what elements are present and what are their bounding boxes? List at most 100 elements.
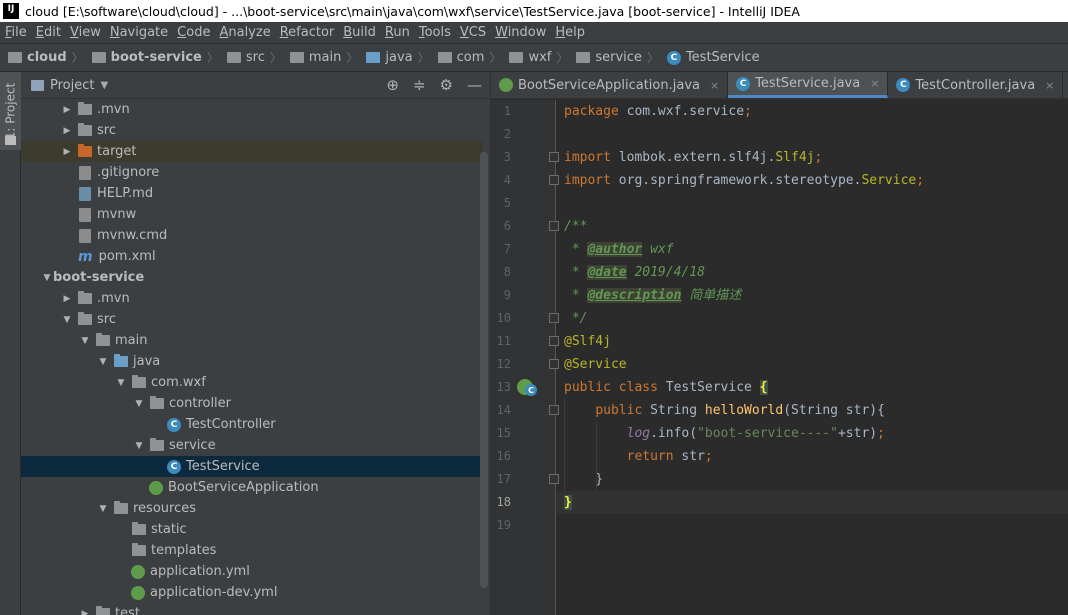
- project-tool-tab[interactable]: 1: Project: [0, 72, 21, 150]
- menu-item-vcs[interactable]: VCS: [455, 25, 490, 40]
- code-line: * @description 简单描述: [557, 284, 1068, 307]
- navigation-breadcrumb: cloud 〉 boot-service 〉 src 〉 main 〉 java 〉 com 〉 wxf…: [0, 43, 1068, 72]
- breadcrumb-item-java[interactable]: java 〉: [358, 49, 430, 66]
- tree-item-mvn[interactable]: ▶ .mvn: [21, 288, 483, 309]
- expand-arrow-icon[interactable]: ▼: [97, 357, 109, 367]
- tree-item-help-md[interactable]: HELP.md: [21, 183, 483, 204]
- menu-item-refactor[interactable]: Refactor: [275, 25, 339, 40]
- breadcrumb-item-main[interactable]: main 〉: [282, 49, 358, 66]
- collapse-arrow-icon[interactable]: ▶: [79, 609, 91, 615]
- tree-item-templates[interactable]: templates: [21, 540, 483, 561]
- tree-item-label: static: [151, 522, 187, 537]
- code-line: log.info("boot-service----"+str);: [557, 422, 1068, 445]
- hide-panel-icon[interactable]: —: [467, 76, 482, 94]
- project-view-selector[interactable]: Project ▼: [31, 78, 108, 93]
- tree-item-application-dev-yml[interactable]: application-dev.yml: [21, 582, 483, 603]
- locate-target-icon[interactable]: ⊕: [386, 76, 399, 94]
- tree-item-target[interactable]: ▶ target: [21, 141, 483, 162]
- tree-item-pom-xml[interactable]: m pom.xml: [21, 246, 483, 267]
- collapse-all-icon[interactable]: ≑: [413, 76, 426, 94]
- expand-arrow-icon[interactable]: ▼: [133, 399, 145, 409]
- close-icon[interactable]: ×: [870, 77, 879, 90]
- breadcrumb-item-com[interactable]: com 〉: [430, 49, 501, 66]
- project-tree-scrollbar[interactable]: [480, 152, 488, 588]
- menu-item-run[interactable]: Run: [380, 25, 414, 40]
- tree-item-testservice[interactable]: C TestService: [21, 456, 483, 477]
- menu-item-edit[interactable]: Edit: [31, 25, 65, 40]
- breadcrumb-item-wxf[interactable]: wxf 〉: [501, 49, 568, 66]
- tree-item-resources[interactable]: ▼ resources: [21, 498, 483, 519]
- expand-arrow-icon[interactable]: ▼: [41, 273, 53, 283]
- menu-item-analyze[interactable]: Analyze: [214, 25, 274, 40]
- folder-icon: [78, 102, 92, 115]
- tree-item-java[interactable]: ▼ java: [21, 351, 483, 372]
- source-folder-icon: [114, 354, 128, 367]
- tree-item-src[interactable]: ▶ src: [21, 120, 483, 141]
- tree-item-mvnw-cmd[interactable]: mvnw.cmd: [21, 225, 483, 246]
- close-icon[interactable]: ×: [710, 79, 719, 92]
- collapse-arrow-icon[interactable]: ▶: [61, 147, 73, 157]
- tab-testcontroller-java[interactable]: C TestController.java ×: [888, 72, 1064, 98]
- chevron-down-icon: ▼: [100, 79, 109, 91]
- code-token: */: [564, 311, 588, 326]
- collapse-arrow-icon[interactable]: ▶: [61, 105, 73, 115]
- menu-item-build[interactable]: Build: [338, 25, 380, 40]
- tab-testservice-java[interactable]: C TestService.java ×: [728, 72, 889, 98]
- tree-item-controller[interactable]: ▼ controller: [21, 393, 483, 414]
- breadcrumb-label: boot-service: [110, 50, 202, 65]
- tree-item-mvnw[interactable]: mvnw: [21, 204, 483, 225]
- tree-item-main[interactable]: ▼ main: [21, 330, 483, 351]
- breadcrumb-item-boot-service[interactable]: boot-service 〉: [84, 49, 219, 66]
- code-line: import org.springframework.stereotype.Se…: [557, 169, 1068, 192]
- breadcrumb-item-cloud[interactable]: cloud 〉: [0, 49, 84, 66]
- tree-item-label: application.yml: [150, 564, 250, 579]
- menu-item-code[interactable]: Code: [172, 25, 214, 40]
- tree-item-gitignore[interactable]: .gitignore: [21, 162, 483, 183]
- menu-item-navigate[interactable]: Navigate: [105, 25, 172, 40]
- menu-item-help[interactable]: Help: [550, 25, 589, 40]
- collapse-arrow-icon[interactable]: ▶: [61, 294, 73, 304]
- expand-arrow-icon[interactable]: ▼: [133, 441, 145, 451]
- code-token: TestService: [665, 380, 760, 395]
- tree-item-src[interactable]: ▼ src: [21, 309, 483, 330]
- breadcrumb-item-service[interactable]: service 〉: [568, 49, 659, 66]
- tree-item-label: com.wxf: [151, 375, 206, 390]
- tree-item-com-wxf[interactable]: ▼ com.wxf: [21, 372, 483, 393]
- code-token: ;: [704, 449, 713, 464]
- menu-item-view[interactable]: View: [65, 25, 105, 40]
- expand-arrow-icon[interactable]: ▼: [79, 336, 91, 346]
- tree-item-boot-service[interactable]: ▼ boot-service: [21, 267, 483, 288]
- markdown-file-icon: [79, 186, 91, 201]
- tree-item-test[interactable]: ▶ test: [21, 603, 483, 615]
- code-token: public class: [564, 380, 666, 395]
- code-token: import: [564, 150, 619, 165]
- folder-icon: [132, 543, 146, 556]
- left-tool-strip: 1: Project: [0, 72, 21, 615]
- tree-item-application-yml[interactable]: application.yml: [21, 561, 483, 582]
- indent-guide: [564, 399, 565, 491]
- folder-icon: [78, 291, 92, 304]
- expand-arrow-icon[interactable]: ▼: [115, 378, 127, 388]
- close-icon[interactable]: ×: [1045, 79, 1054, 92]
- tree-item-bootserviceapplication[interactable]: BootServiceApplication: [21, 477, 483, 498]
- expand-arrow-icon[interactable]: ▼: [61, 315, 73, 325]
- line-number: 3: [503, 150, 511, 164]
- tab-bootserviceapplication-java[interactable]: BootServiceApplication.java ×: [491, 72, 729, 98]
- tree-item-label: main: [115, 333, 148, 348]
- menu-item-file[interactable]: File: [0, 25, 31, 40]
- tree-item-label: HELP.md: [97, 186, 154, 201]
- tree-item-static[interactable]: static: [21, 519, 483, 540]
- menu-item-tools[interactable]: Tools: [414, 25, 455, 40]
- menu-item-window[interactable]: Window: [490, 25, 550, 40]
- code-editor[interactable]: package com.wxf.service; import lombok.ex…: [557, 100, 1068, 615]
- tree-item-mvn[interactable]: ▶ .mvn: [21, 99, 483, 120]
- gear-icon[interactable]: ⚙: [440, 76, 453, 94]
- collapse-arrow-icon[interactable]: ▶: [61, 126, 73, 136]
- breadcrumb-item-src[interactable]: src 〉: [219, 49, 282, 66]
- breadcrumb-item-testservice[interactable]: C TestService: [659, 50, 760, 65]
- code-token: "boot-service----": [697, 426, 838, 441]
- expand-arrow-icon[interactable]: ▼: [97, 504, 109, 514]
- tree-item-testcontroller[interactable]: C TestController: [21, 414, 483, 435]
- tree-item-service[interactable]: ▼ service: [21, 435, 483, 456]
